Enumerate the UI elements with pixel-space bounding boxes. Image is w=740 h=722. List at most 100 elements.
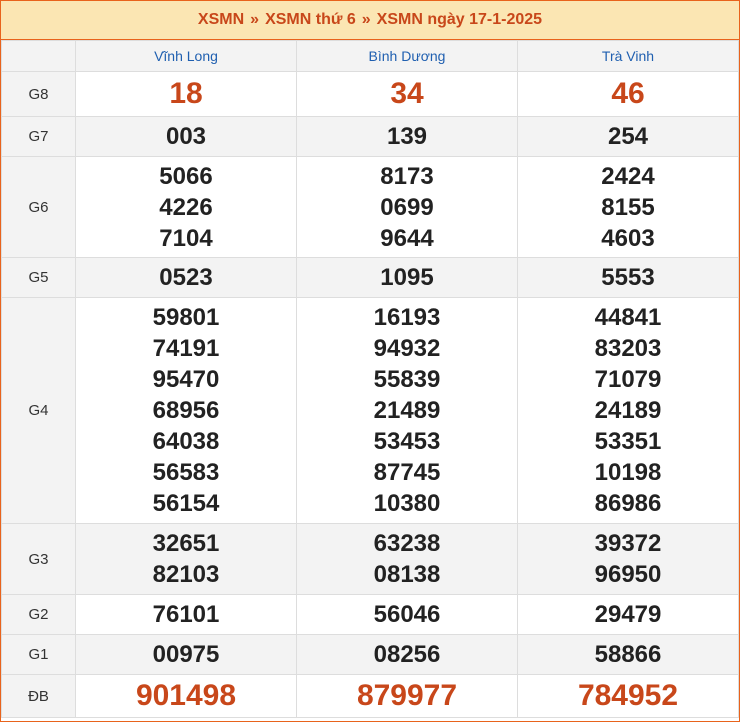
prize-row: G6 5066 4226 7104 8173 0699 9644 2424 8155 4603 <box>1 156 739 258</box>
prize-number: 003 <box>165 123 207 150</box>
prize-number: 76101 <box>152 601 220 628</box>
prize-cell: 58866 <box>517 634 739 675</box>
breadcrumb: XSMN » XSMN thứ 6 » XSMN ngày 17-1-2025 <box>1 1 739 40</box>
prize-cell: 44841 83203 71079 24189 53351 10198 86986 <box>517 297 739 524</box>
prize-number: 56583 <box>152 459 220 486</box>
prize-number: 96950 <box>594 561 662 588</box>
prize-cell: 34 <box>296 71 518 117</box>
prize-cell: 39372 96950 <box>517 523 739 595</box>
prize-rows: G8 18 34 46 G7 003 139 254 G6 5066 4226 7104 8173 069… <box>1 71 739 718</box>
prize-number: 53453 <box>373 428 441 455</box>
prize-number: 21489 <box>373 397 441 424</box>
prize-row: ĐB 901498 879977 784952 <box>1 674 739 718</box>
prize-cell: 08256 <box>296 634 518 675</box>
prize-row: G3 32651 82103 63238 08138 39372 96950 <box>1 523 739 595</box>
results-panel: XSMN » XSMN thứ 6 » XSMN ngày 17-1-2025 … <box>0 0 740 722</box>
prize-cell: 8173 0699 9644 <box>296 156 518 258</box>
prize-number: 82103 <box>152 561 220 588</box>
prize-number: 24189 <box>594 397 662 424</box>
prize-number: 879977 <box>356 679 458 712</box>
prize-number: 1095 <box>380 264 434 291</box>
prize-number: 56154 <box>152 490 220 517</box>
prize-cell: 1095 <box>296 257 518 298</box>
prize-label: G4 <box>1 297 76 524</box>
prize-number: 5553 <box>601 264 655 291</box>
prize-cell: 00975 <box>75 634 297 675</box>
prize-number: 254 <box>607 123 649 150</box>
breadcrumb-separator: » <box>361 11 371 28</box>
prize-number: 32651 <box>152 530 220 557</box>
prize-number: 59801 <box>152 304 220 331</box>
prize-number: 8173 <box>380 162 434 190</box>
prize-row: G2 76101 56046 29479 <box>1 594 739 635</box>
prize-row: G1 00975 08256 58866 <box>1 634 739 675</box>
prize-cell: 63238 08138 <box>296 523 518 595</box>
prize-number: 29479 <box>594 601 662 628</box>
prize-number: 86986 <box>594 490 662 517</box>
breadcrumb-link-xsmn-friday[interactable]: XSMN thứ 6 <box>265 11 356 29</box>
prize-cell: 59801 74191 95470 68956 64038 56583 56154 <box>75 297 297 524</box>
prize-number: 94932 <box>373 335 441 362</box>
prize-number: 71079 <box>594 366 662 393</box>
prize-label: ĐB <box>1 674 76 718</box>
breadcrumb-link-xsmn-date[interactable]: XSMN ngày 17-1-2025 <box>377 11 542 29</box>
prize-number: 64038 <box>152 428 220 455</box>
prize-number: 8155 <box>601 193 655 221</box>
prize-number: 95470 <box>152 366 220 393</box>
province-binh-duong[interactable]: Bình Dương <box>296 40 518 72</box>
prize-number: 0523 <box>159 264 213 291</box>
prize-cell: 0523 <box>75 257 297 298</box>
prize-cell: 56046 <box>296 594 518 635</box>
prize-row: G5 0523 1095 5553 <box>1 257 739 298</box>
prize-cell: 18 <box>75 71 297 117</box>
prize-cell: 879977 <box>296 674 518 718</box>
prize-label: G3 <box>1 523 76 595</box>
prize-label: G5 <box>1 257 76 298</box>
prize-number: 901498 <box>135 679 237 712</box>
prize-number: 9644 <box>380 224 434 252</box>
province-header-row: Vĩnh Long Bình Dương Trà Vinh <box>1 40 739 72</box>
prize-row: G8 18 34 46 <box>1 71 739 117</box>
prize-cell: 76101 <box>75 594 297 635</box>
prize-label: G6 <box>1 156 76 258</box>
results-table: Vĩnh Long Bình Dương Trà Vinh G8 18 34 46 G7… <box>1 40 739 718</box>
prize-number: 2424 <box>601 162 655 190</box>
prize-cell: 5066 4226 7104 <box>75 156 297 258</box>
prize-label: G7 <box>1 116 76 157</box>
prize-cell: 2424 8155 4603 <box>517 156 739 258</box>
prize-number: 16193 <box>373 304 441 331</box>
corner-cell <box>1 40 76 72</box>
breadcrumb-separator: » <box>250 11 260 28</box>
breadcrumb-link-xsmn[interactable]: XSMN <box>198 11 244 29</box>
prize-number: 44841 <box>594 304 662 331</box>
prize-number: 10380 <box>373 490 441 517</box>
prize-number: 18 <box>169 77 203 110</box>
prize-number: 139 <box>386 123 428 150</box>
prize-label: G1 <box>1 634 76 675</box>
prize-number: 53351 <box>594 428 662 455</box>
prize-number: 55839 <box>373 366 441 393</box>
prize-number: 7104 <box>159 224 213 252</box>
prize-label: G8 <box>1 71 76 117</box>
prize-cell: 16193 94932 55839 21489 53453 87745 10380 <box>296 297 518 524</box>
prize-number: 00975 <box>152 641 220 668</box>
prize-cell: 46 <box>517 71 739 117</box>
prize-cell: 32651 82103 <box>75 523 297 595</box>
prize-number: 74191 <box>152 335 220 362</box>
province-vinh-long[interactable]: Vĩnh Long <box>75 40 297 72</box>
prize-number: 68956 <box>152 397 220 424</box>
prize-cell: 901498 <box>75 674 297 718</box>
prize-number: 58866 <box>594 641 662 668</box>
prize-number: 34 <box>390 77 424 110</box>
prize-cell: 5553 <box>517 257 739 298</box>
prize-number: 5066 <box>159 162 213 190</box>
prize-cell: 29479 <box>517 594 739 635</box>
prize-number: 63238 <box>373 530 441 557</box>
prize-row: G7 003 139 254 <box>1 116 739 157</box>
prize-cell: 139 <box>296 116 518 157</box>
prize-number: 10198 <box>594 459 662 486</box>
prize-cell: 003 <box>75 116 297 157</box>
prize-number: 08256 <box>373 641 441 668</box>
province-tra-vinh[interactable]: Trà Vinh <box>517 40 739 72</box>
prize-number: 46 <box>611 77 645 110</box>
